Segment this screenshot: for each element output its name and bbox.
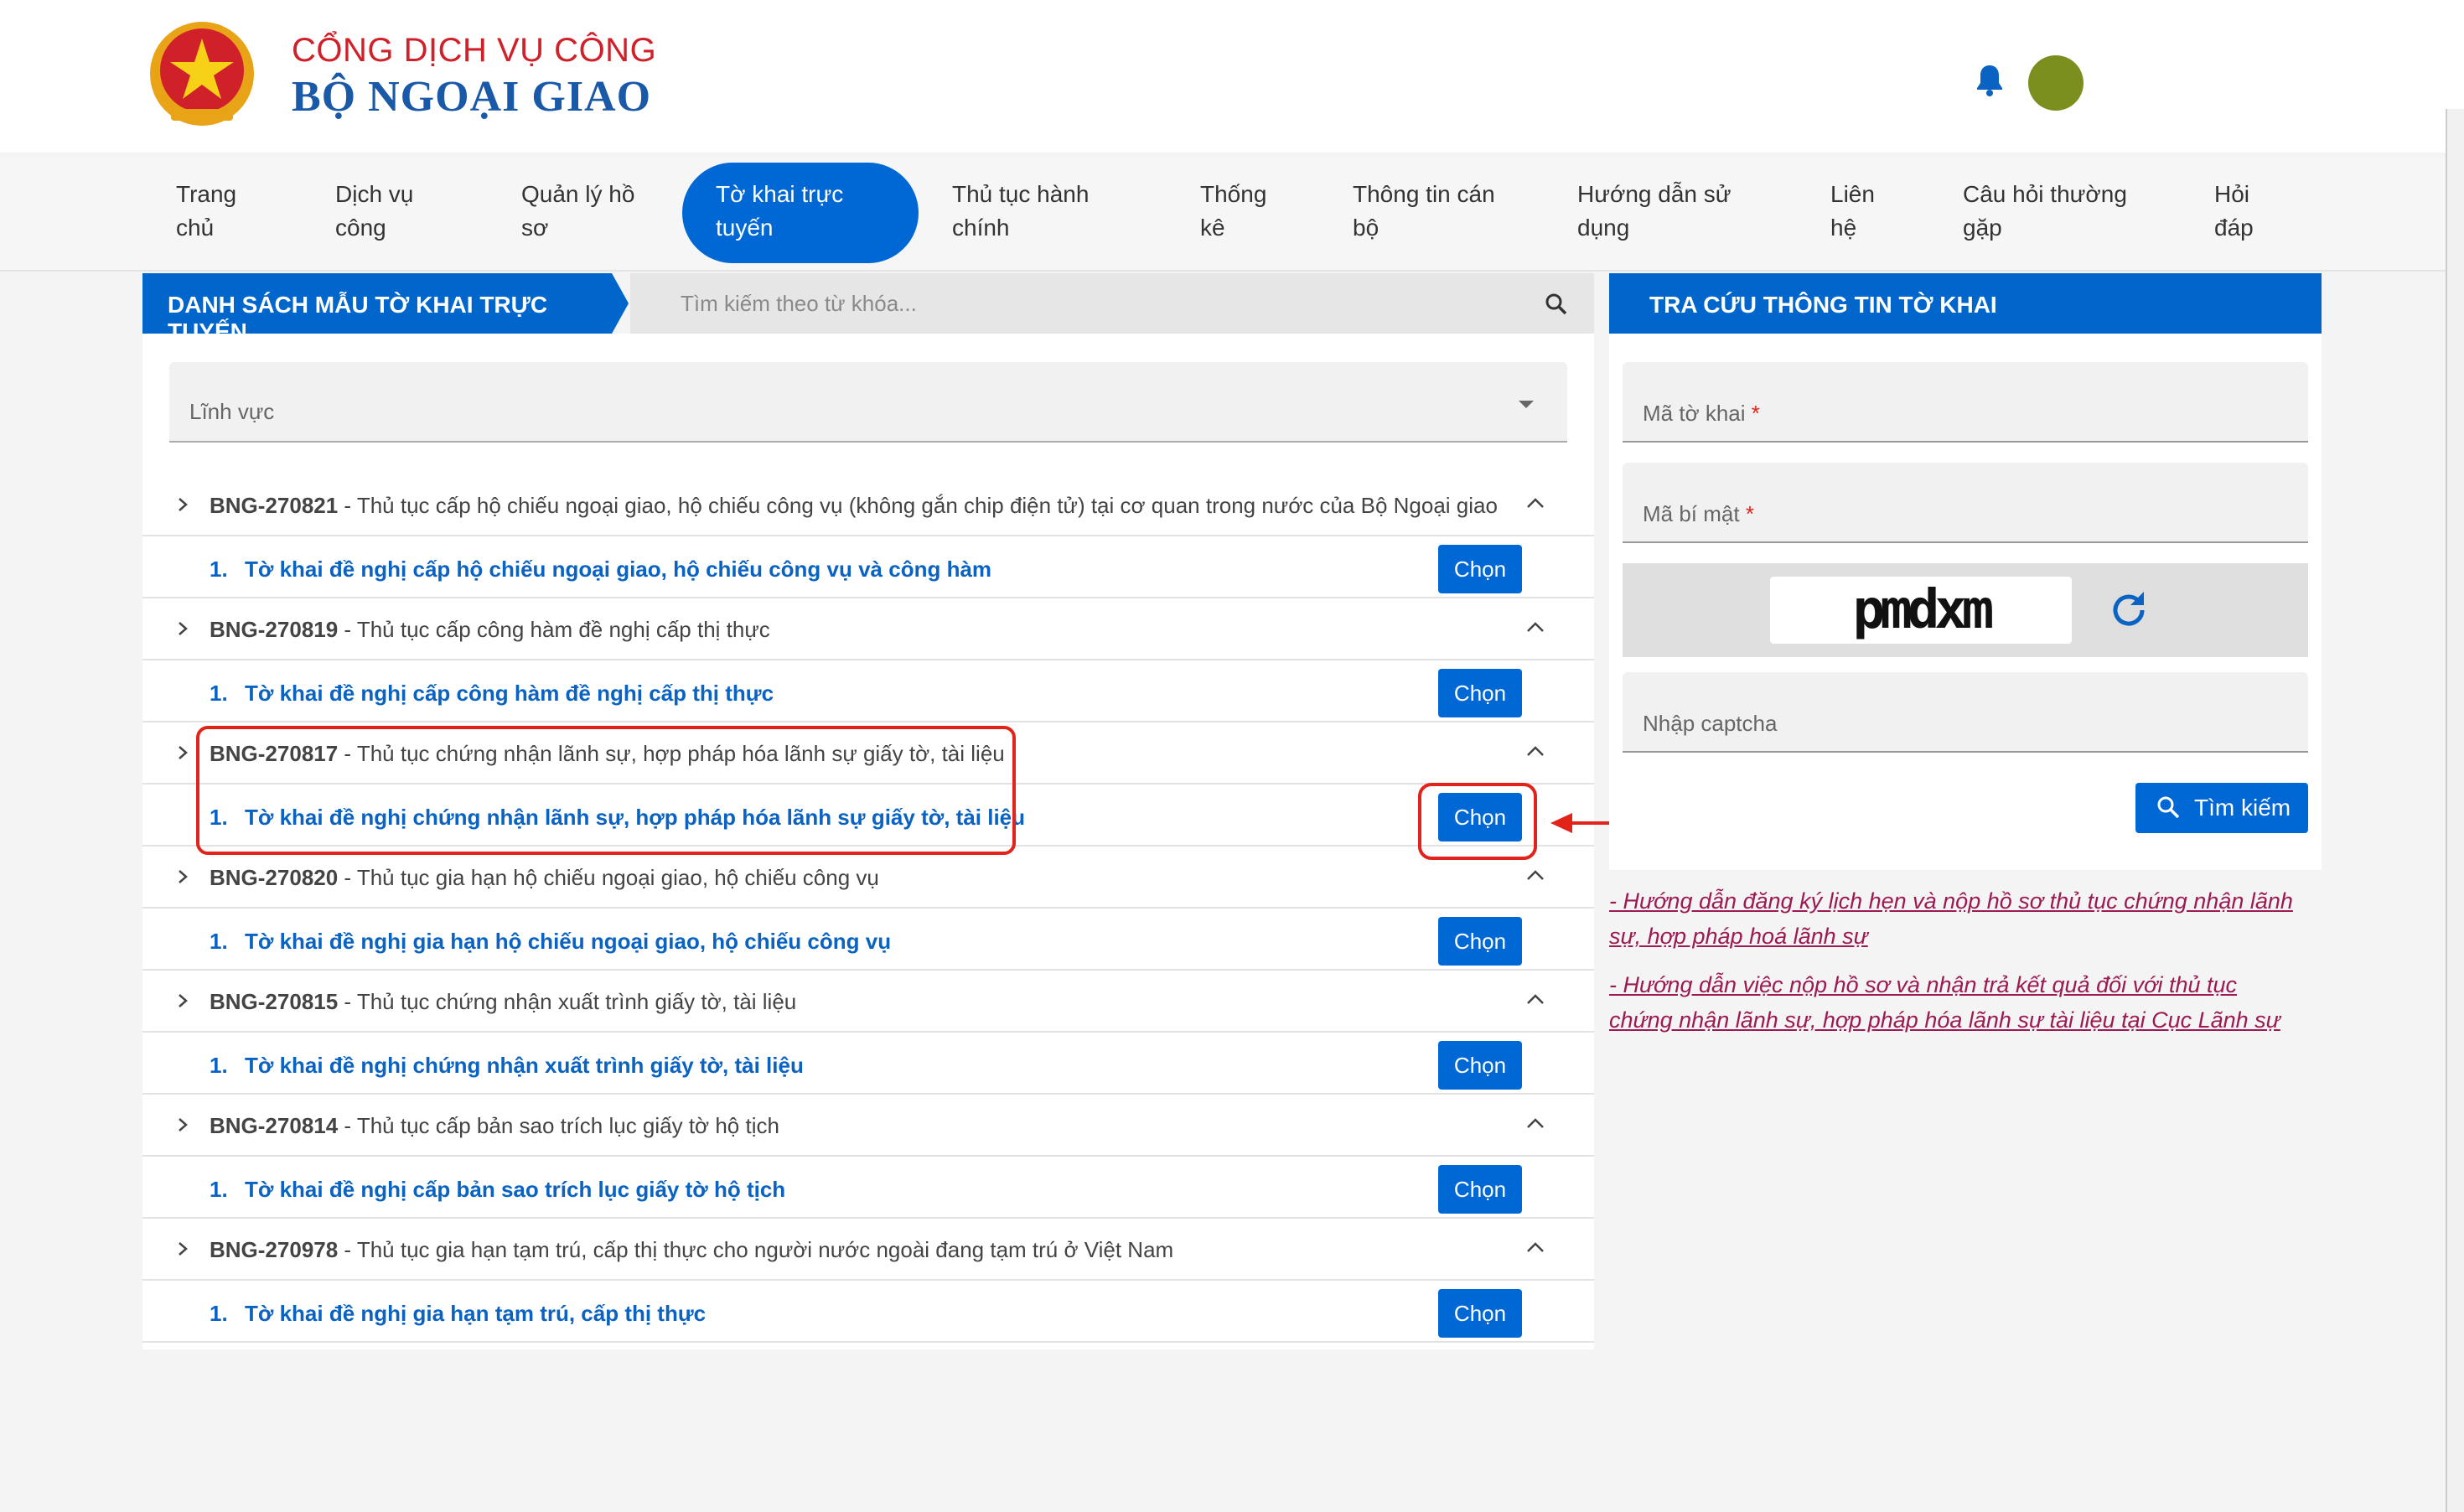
form-code-label: Mã tờ khai [1643,401,1746,426]
captcha-input[interactable]: Nhập captcha [1623,672,2308,753]
procedure-row[interactable]: BNG-270978 - Thủ tục gia hạn tạm trú, cấ… [142,1219,1594,1281]
chevron-up-icon[interactable] [1525,619,1545,635]
form-link[interactable]: Tờ khai đề nghị gia hạn hộ chiếu ngoại g… [245,929,891,955]
procedure-row[interactable]: BNG-270821 - Thủ tục cấp hộ chiếu ngoại … [142,474,1594,536]
chevron-right-icon[interactable] [174,1116,191,1133]
brand-title[interactable]: BỘ NGOẠI GIAO [292,72,651,122]
highlight-button-annotation [1418,783,1537,860]
lookup-panel: Mã tờ khai * Mã bí mật * pmdxm Nhập capt… [1609,334,2322,870]
form-link[interactable]: Tờ khai đề nghị cấp công hàm đề nghị cấp… [245,681,774,707]
highlight-annotation [196,726,1016,855]
procedure-title: BNG-270978 - Thủ tục gia hạn tạm trú, cấ… [210,1237,1173,1263]
form-row: 1. Tờ khai đề nghị gia hạn hộ chiếu ngoại… [142,909,1594,971]
nav-item-dossier[interactable]: Quản lý hồsơ [521,178,634,245]
nav-item-home[interactable]: Trangchủ [176,178,236,245]
guide-link-appointment[interactable]: - Hướng dẫn đăng ký lịch hẹn và nộp hồ s… [1609,883,2330,954]
brand-subtitle: CỔNG DỊCH VỤ CÔNG [292,32,656,70]
form-number: 1. [210,557,228,583]
form-link[interactable]: Tờ khai đề nghị cấp hộ chiếu ngoại giao,… [245,557,991,583]
procedure-title: BNG-270821 - Thủ tục cấp hộ chiếu ngoại … [210,493,1498,519]
nav-item-faq[interactable]: Câu hỏi thườnggặp [1963,178,2127,245]
chevron-up-icon[interactable] [1525,1115,1545,1131]
form-code-field[interactable]: Mã tờ khai * [1623,362,2308,443]
required-mark: * [1752,401,1760,426]
field-select[interactable]: Lĩnh vực [169,362,1567,443]
chevron-up-icon[interactable] [1525,1239,1545,1256]
form-row: 1. Tờ khai đề nghị cấp bản sao trích lục … [142,1157,1594,1219]
procedure-row[interactable]: BNG-270819 - Thủ tục cấp công hàm đề ngh… [142,598,1594,660]
chevron-right-icon[interactable] [174,992,191,1009]
form-row: 1. Tờ khai đề nghị cấp công hàm đề nghị c… [142,660,1594,722]
procedure-title: BNG-270814 - Thủ tục cấp bản sao trích l… [210,1113,779,1139]
captcha-input-label: Nhập captcha [1643,711,1777,737]
search-icon [2156,795,2181,820]
chevron-up-icon[interactable] [1525,867,1545,883]
choose-button[interactable]: Chọn [1438,1165,1522,1214]
national-emblem-icon[interactable] [141,15,263,137]
nav-item-contact[interactable]: Liênhệ [1830,178,1875,245]
chevron-right-icon[interactable] [174,620,191,637]
site-header: CỔNG DỊCH VỤ CÔNG BỘ NGOẠI GIAO [0,0,2464,153]
procedure-title: BNG-270815 - Thủ tục chứng nhận xuất trì… [210,989,796,1015]
secret-code-label: Mã bí mật [1643,501,1740,526]
procedure-title: BNG-270819 - Thủ tục cấp công hàm đề ngh… [210,617,770,643]
procedure-title: BNG-270820 - Thủ tục gia hạn hộ chiếu ng… [210,865,879,891]
field-select-label: Lĩnh vực [189,399,274,425]
procedure-row[interactable]: BNG-270815 - Thủ tục chứng nhận xuất trì… [142,971,1594,1033]
form-row: 1. Tờ khai đề nghị cấp hộ chiếu ngoại gia… [142,536,1594,598]
chevron-right-icon[interactable] [174,496,191,513]
chevron-up-icon[interactable] [1525,991,1545,1007]
form-number: 1. [210,1301,228,1327]
form-link[interactable]: Tờ khai đề nghị gia hạn tạm trú, cấp thị… [245,1301,706,1327]
required-mark: * [1746,501,1754,526]
nav-item-online-forms[interactable]: Tờ khai trựctuyến [682,163,919,263]
lookup-search-label: Tìm kiếm [2194,795,2291,821]
captcha-box: pmdxm [1623,563,2308,657]
scrollbar[interactable] [2446,109,2464,1512]
choose-button[interactable]: Chọn [1438,1041,1522,1090]
refresh-icon[interactable] [2107,588,2151,632]
lookup-title: TRA CỨU THÔNG TIN TỜ KHAI [1609,273,2322,334]
form-number: 1. [210,681,228,707]
nav-item-guide[interactable]: Hướng dẫn sửdụng [1577,178,1732,245]
chevron-right-icon[interactable] [174,744,191,761]
avatar[interactable] [2028,55,2084,111]
form-number: 1. [210,929,228,955]
keyword-search-input[interactable] [681,283,1468,324]
form-row: 1. Tờ khai đề nghị gia hạn tạm trú, cấp t… [142,1281,1594,1343]
chevron-up-icon[interactable] [1525,495,1545,511]
form-link[interactable]: Tờ khai đề nghị chứng nhận xuất trình gi… [245,1053,804,1079]
secret-code-field[interactable]: Mã bí mật * [1623,463,2308,543]
guide-link-submission[interactable]: - Hướng dẫn việc nộp hồ sơ và nhận trả k… [1609,967,2330,1038]
chevron-up-icon[interactable] [1525,743,1545,759]
form-number: 1. [210,1177,228,1203]
keyword-search [630,273,1594,334]
chevron-right-icon[interactable] [174,868,191,885]
procedure-row[interactable]: BNG-270814 - Thủ tục cấp bản sao trích l… [142,1095,1594,1157]
form-row: 1. Tờ khai đề nghị chứng nhận xuất trình … [142,1033,1594,1095]
form-number: 1. [210,1053,228,1079]
nav-item-statistics[interactable]: Thốngkê [1200,178,1266,245]
choose-button[interactable]: Chọn [1438,1289,1522,1338]
nav-item-procedures[interactable]: Thủ tục hànhchính [952,178,1089,245]
form-link[interactable]: Tờ khai đề nghị cấp bản sao trích lục gi… [245,1177,785,1203]
choose-button[interactable]: Chọn [1438,917,1522,966]
search-icon[interactable] [1542,290,1571,318]
form-list-title: DANH SÁCH MẪU TỜ KHAI TRỰC TUYẾN [142,273,629,334]
bell-icon[interactable] [1975,64,2005,97]
procedure-row[interactable]: BNG-270820 - Thủ tục gia hạn hộ chiếu ng… [142,847,1594,909]
chevron-right-icon[interactable] [174,1240,191,1257]
nav-item-qa[interactable]: Hỏiđáp [2214,178,2254,245]
captcha-image: pmdxm [1770,577,2072,644]
choose-button[interactable]: Chọn [1438,545,1522,593]
nav-item-officials[interactable]: Thông tin cánbộ [1353,178,1495,245]
main-nav: Trangchủ Dịch vụcông Quản lý hồsơ Tờ kha… [0,156,2464,272]
choose-button[interactable]: Chọn [1438,669,1522,717]
lookup-search-button[interactable]: Tìm kiếm [2135,783,2308,833]
caret-down-icon [1519,401,1534,408]
nav-item-public-services[interactable]: Dịch vụcông [335,178,413,245]
